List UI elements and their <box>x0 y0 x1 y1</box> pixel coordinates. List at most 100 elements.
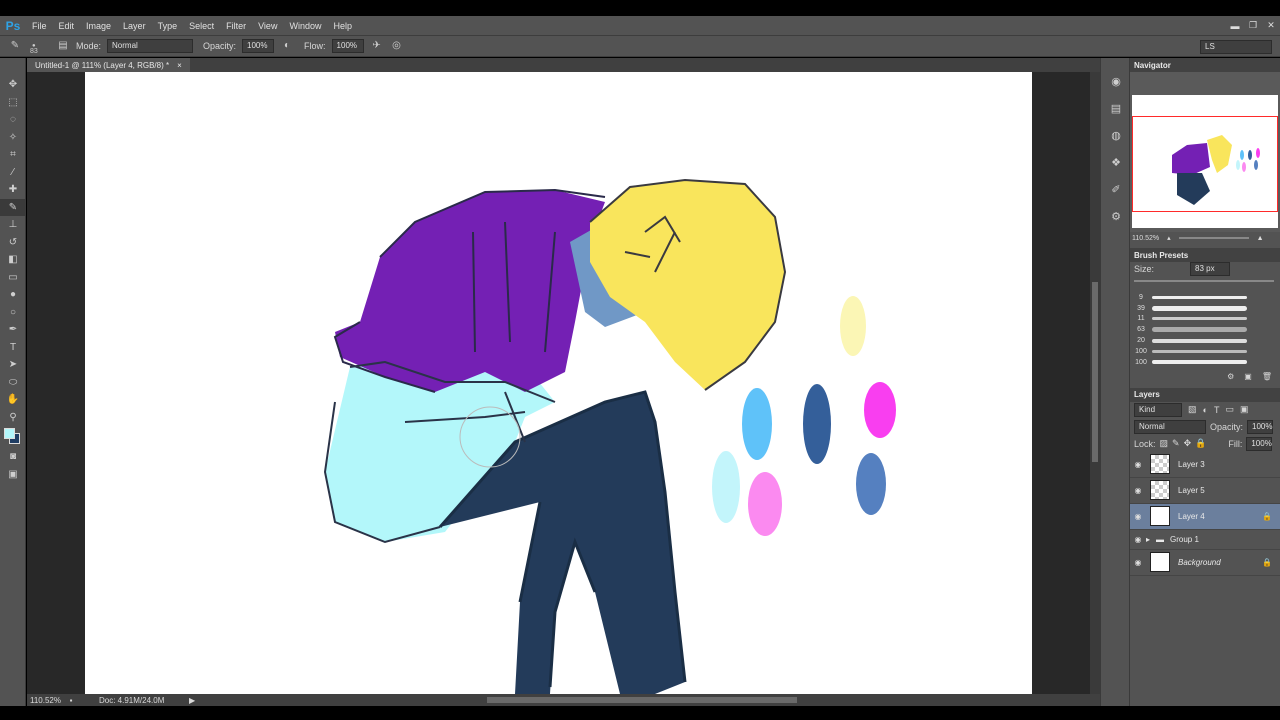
filter-adjustment-icon[interactable]: ◐ <box>1203 405 1208 415</box>
layer-filter-select[interactable]: Kind <box>1134 402 1182 417</box>
close-button[interactable]: ✕ <box>1262 20 1280 31</box>
lock-all-icon[interactable]: 🔒 <box>1195 438 1206 449</box>
dodge-tool-icon[interactable]: ○ <box>0 304 26 322</box>
filter-type-icon[interactable]: T <box>1214 405 1220 415</box>
vertical-scrollbar[interactable] <box>1090 72 1100 694</box>
brush-preset-item[interactable]: 39 <box>1130 303 1280 314</box>
layers-header[interactable]: Layers <box>1130 387 1280 402</box>
marquee-tool-icon[interactable]: ⬚ <box>0 94 26 112</box>
visibility-eye-icon[interactable]: ◉ <box>1130 535 1146 544</box>
filter-pixel-icon[interactable]: ▧ <box>1188 404 1197 415</box>
visibility-eye-icon[interactable]: ◉ <box>1130 486 1146 495</box>
navigator-view[interactable] <box>1130 72 1280 232</box>
airbrush-icon[interactable]: ✈ <box>370 39 384 53</box>
menu-select[interactable]: Select <box>183 21 220 31</box>
blur-tool-icon[interactable]: ● <box>0 286 26 304</box>
lock-transparent-icon[interactable]: ▨ <box>1160 438 1169 449</box>
filter-smart-icon[interactable]: ▣ <box>1240 404 1249 415</box>
brush-tool-icon[interactable]: ✎ <box>0 198 26 216</box>
navigator-zoom-value[interactable]: 110.52% <box>1132 235 1159 242</box>
delete-brush-icon[interactable]: 🗑 <box>1262 372 1272 386</box>
zoom-out-icon[interactable]: ▴ <box>1167 234 1171 242</box>
pressure-size-icon[interactable]: ◎ <box>390 39 404 53</box>
hand-tool-icon[interactable]: ✋ <box>0 391 26 409</box>
brush-preset-item[interactable]: 20 <box>1130 335 1280 346</box>
brush-preset-item[interactable]: 100 <box>1130 346 1280 357</box>
history-brush-tool-icon[interactable]: ↺ <box>0 234 26 252</box>
screen-mode-icon[interactable]: ▣ <box>0 466 26 484</box>
menu-layer[interactable]: Layer <box>117 21 152 31</box>
shape-tool-icon[interactable]: ⬭ <box>0 374 26 392</box>
menu-edit[interactable]: Edit <box>53 21 81 31</box>
clone-source-panel-icon[interactable]: ⚙ <box>1101 203 1131 230</box>
menu-window[interactable]: Window <box>283 21 327 31</box>
eraser-tool-icon[interactable]: ◧ <box>0 251 26 269</box>
brush-preset-item[interactable]: 100 <box>1130 357 1280 368</box>
gradient-tool-icon[interactable]: ▭ <box>0 269 26 287</box>
visibility-eye-icon[interactable]: ◉ <box>1130 558 1146 567</box>
zoom-tool-icon[interactable]: ⚲ <box>0 409 26 427</box>
restore-button[interactable]: ❐ <box>1244 20 1262 31</box>
brush-size-slider[interactable] <box>1134 280 1274 282</box>
lock-position-icon[interactable]: ✥ <box>1184 438 1192 449</box>
path-select-tool-icon[interactable]: ➤ <box>0 356 26 374</box>
brush-tool-icon[interactable]: ✎ <box>8 39 22 53</box>
crop-tool-icon[interactable]: ⌗ <box>0 146 26 164</box>
brush-preset-item[interactable]: 63 <box>1130 324 1280 335</box>
visibility-eye-icon[interactable]: ◉ <box>1130 512 1146 521</box>
foreground-color-swatch[interactable] <box>4 428 15 439</box>
lasso-tool-icon[interactable]: ◌ <box>0 111 26 129</box>
toggle-brush-panel-icon[interactable]: ⚙ <box>1227 372 1234 386</box>
menu-file[interactable]: File <box>26 21 53 31</box>
visibility-eye-icon[interactable]: ◉ <box>1130 460 1146 469</box>
brush-preset-item[interactable]: 9 <box>1130 292 1280 303</box>
eyedropper-tool-icon[interactable]: ⁄ <box>0 164 26 182</box>
menu-help[interactable]: Help <box>327 21 358 31</box>
group-expand-icon[interactable]: ▸ <box>1146 535 1156 544</box>
pen-tool-icon[interactable]: ✒ <box>0 321 26 339</box>
menu-filter[interactable]: Filter <box>220 21 252 31</box>
brush-presets-header[interactable]: Brush Presets <box>1130 248 1280 262</box>
properties-panel-icon[interactable]: ▤ <box>1101 95 1131 122</box>
group-row[interactable]: ◉ ▸ ▬ Group 1 <box>1130 530 1280 550</box>
healing-brush-tool-icon[interactable]: ✚ <box>0 181 26 199</box>
pressure-opacity-icon[interactable]: ◐ <box>280 39 294 53</box>
zoom-slider[interactable] <box>1178 237 1249 239</box>
brush-panel-toggle-icon[interactable]: ▤ <box>56 39 70 53</box>
lock-image-icon[interactable]: ✎ <box>1172 438 1180 449</box>
close-tab-icon[interactable]: × <box>177 61 182 70</box>
brush-preset-item[interactable]: 11 <box>1130 314 1280 325</box>
history-panel-icon[interactable]: ◉ <box>1101 68 1131 95</box>
menu-type[interactable]: Type <box>152 21 184 31</box>
channels-panel-icon[interactable]: ❖ <box>1101 149 1131 176</box>
layer-row[interactable]: ◉ Layer 3 <box>1130 452 1280 478</box>
quick-select-tool-icon[interactable]: ✧ <box>0 129 26 147</box>
vertical-scroll-thumb[interactable] <box>1092 282 1098 462</box>
fill-field[interactable]: 100% <box>1246 436 1273 451</box>
menu-view[interactable]: View <box>252 21 283 31</box>
status-menu-arrow-icon[interactable]: ▶ <box>189 696 195 705</box>
opacity-field[interactable]: 100% <box>242 39 275 53</box>
brush-size-field[interactable]: 83 px <box>1190 262 1231 276</box>
type-tool-icon[interactable]: T <box>0 339 26 357</box>
move-tool-icon[interactable]: ✥ <box>0 76 26 94</box>
filter-shape-icon[interactable]: ▭ <box>1225 404 1234 415</box>
layer-row-selected[interactable]: ◉ Layer 4 🔒 <box>1130 503 1280 530</box>
brush-preset-list[interactable]: 9 39 11 63 20 100 100 <box>1130 290 1280 368</box>
adjustments-panel-icon[interactable]: ◍ <box>1101 122 1131 149</box>
brush-panel-icon[interactable]: ✐ <box>1101 176 1131 203</box>
quick-mask-icon[interactable]: ◙ <box>0 448 26 466</box>
layer-row[interactable]: ◉ Layer 5 <box>1130 478 1280 504</box>
drawing-canvas[interactable] <box>85 72 1032 694</box>
layer-opacity-field[interactable]: 100% <box>1247 419 1274 434</box>
menu-image[interactable]: Image <box>80 21 117 31</box>
status-info-icon[interactable]: ▪ <box>65 696 77 705</box>
clone-stamp-tool-icon[interactable]: ⊥ <box>0 216 26 234</box>
status-zoom[interactable]: 110.52% <box>27 696 65 705</box>
mode-select[interactable]: Normal <box>107 39 194 53</box>
document-tab[interactable]: Untitled-1 @ 111% (Layer 4, RGB/8) * × <box>27 58 190 72</box>
workspace-select[interactable]: LS <box>1200 40 1272 54</box>
blend-mode-select[interactable]: Normal <box>1134 419 1206 434</box>
navigator-view-box[interactable] <box>1132 116 1278 212</box>
minimize-button[interactable]: ▬ <box>1226 21 1244 31</box>
